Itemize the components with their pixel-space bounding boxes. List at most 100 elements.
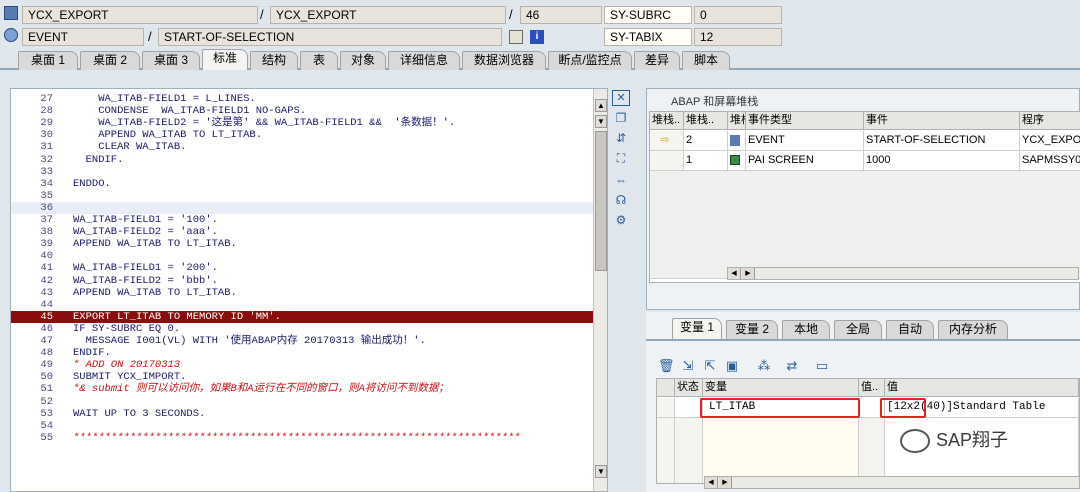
stack-grid[interactable]: 堆栈.. 堆栈.. 堆栈 事件类型 事件 程序 ⇨ 2 EVENT START-… bbox=[649, 111, 1080, 283]
stack-cell-type[interactable]: EVENT bbox=[746, 131, 864, 151]
stack-cell-event[interactable]: 1000 bbox=[864, 151, 1020, 171]
breakpoint-gutter[interactable] bbox=[0, 88, 10, 492]
scroll-thumb[interactable] bbox=[595, 131, 607, 271]
code-line[interactable]: 29 WA_ITAB-FIELD2 = '这是第' && WA_ITAB-FIE… bbox=[11, 117, 595, 129]
code-line[interactable]: 45 EXPORT LT_ITAB TO MEMORY ID 'MM'. bbox=[11, 310, 595, 323]
row-selector[interactable] bbox=[657, 418, 675, 483]
tab-desktop-1[interactable]: 桌面 1 bbox=[18, 51, 78, 70]
stack-header-event-type[interactable]: 事件类型 bbox=[746, 112, 864, 130]
code-line[interactable]: 49 * ADD ON 20170313 bbox=[11, 359, 595, 371]
tab-variables-1[interactable]: 变量 1 bbox=[672, 318, 722, 339]
fullscreen-icon[interactable]: ⛶ bbox=[612, 150, 630, 166]
new-window-icon[interactable]: ❐ bbox=[612, 110, 630, 126]
code-line[interactable]: 33 bbox=[11, 166, 595, 178]
code-line[interactable]: 28 CONDENSE WA_ITAB-FIELD1 NO-GAPS. bbox=[11, 105, 595, 117]
code-line[interactable]: 41 WA_ITAB-FIELD1 = '200'. bbox=[11, 262, 595, 274]
code-line[interactable]: 48 ENDIF. bbox=[11, 347, 595, 359]
resize-icon[interactable]: ⇔ bbox=[612, 172, 630, 188]
var-header-value-short[interactable]: 值.. bbox=[859, 379, 885, 397]
source-code-editor[interactable]: 27 WA_ITAB-FIELD1 = L_LINES. 28 CONDENSE … bbox=[10, 88, 608, 492]
stack-cell-type[interactable]: PAI SCREEN bbox=[746, 151, 864, 171]
scroll-right-button[interactable]: ▶ bbox=[719, 477, 732, 488]
tab-data-browser[interactable]: 数据浏览器 bbox=[462, 51, 546, 70]
code-line[interactable]: 27 WA_ITAB-FIELD1 = L_LINES. bbox=[11, 93, 595, 105]
code-line[interactable]: 52 bbox=[11, 396, 595, 408]
stack-cell-level[interactable]: 1 bbox=[684, 151, 728, 171]
info-icon[interactable]: i bbox=[530, 30, 544, 44]
var-header-status[interactable]: 状态 bbox=[675, 379, 703, 397]
stack-header-3[interactable]: 堆栈 bbox=[728, 112, 746, 130]
delete-icon[interactable]: 🗑 bbox=[658, 358, 675, 374]
code-line[interactable]: 50 SUBMIT YCX_IMPORT. bbox=[11, 371, 595, 383]
code-line[interactable]: 53 WAIT UP TO 3 SECONDS. bbox=[11, 408, 595, 420]
tab-desktop-2[interactable]: 桌面 2 bbox=[80, 51, 140, 70]
tab-variables-2[interactable]: 变量 2 bbox=[726, 320, 778, 339]
var-header-value[interactable]: 值 bbox=[885, 379, 1079, 397]
stack-header-1[interactable]: 堆栈.. bbox=[650, 112, 684, 130]
code-line[interactable]: 51 *& submit 则可以访问你，如果B和A运行在不同的窗口，则A将访问不到… bbox=[11, 383, 595, 395]
code-line[interactable]: 32 ENDIF. bbox=[11, 154, 595, 166]
editor-vertical-scrollbar[interactable]: ▲ ▼ ▼ bbox=[593, 89, 607, 491]
headset-icon[interactable]: ☊ bbox=[612, 192, 630, 208]
stack-row-marker[interactable]: ⇨ bbox=[650, 131, 684, 151]
variables-horizontal-scrollbar[interactable]: ◀ ▶ bbox=[704, 476, 1080, 489]
code-line[interactable]: 54 bbox=[11, 420, 595, 432]
code-line[interactable]: 35 bbox=[11, 190, 595, 202]
tab-table[interactable]: 表 bbox=[300, 51, 338, 70]
code-line[interactable]: 36 bbox=[11, 201, 595, 214]
code-line[interactable]: 44 bbox=[11, 299, 595, 311]
export-icon[interactable]: ⇱ bbox=[702, 358, 718, 374]
variables-grid[interactable]: 状态 变量 值.. 值 LT_ITAB [12x2(40)]Standard T… bbox=[656, 378, 1080, 484]
scroll-down-button[interactable]: ▼ bbox=[595, 115, 607, 128]
var-header-variable[interactable]: 变量 bbox=[703, 379, 859, 397]
row-selector[interactable] bbox=[657, 398, 675, 418]
tab-memory-analysis[interactable]: 内存分析 bbox=[938, 320, 1008, 339]
import-icon[interactable]: ⇲ bbox=[680, 358, 696, 374]
stack-cell-level[interactable]: 2 bbox=[684, 131, 728, 151]
code-line[interactable]: 46 IF SY-SUBRC EQ 0. bbox=[11, 323, 595, 335]
stack-row-marker[interactable] bbox=[650, 151, 684, 171]
display-icon[interactable] bbox=[509, 30, 523, 44]
empty-cell[interactable] bbox=[859, 418, 885, 483]
scroll-left-button[interactable]: ◀ bbox=[728, 268, 741, 279]
stack-horizontal-scrollbar[interactable]: ◀ ▶ bbox=[727, 267, 1079, 280]
tab-global[interactable]: 全局 bbox=[834, 320, 882, 339]
link-icon[interactable]: ⇄ bbox=[784, 358, 800, 374]
scroll-up-button[interactable]: ▲ bbox=[595, 99, 607, 112]
tab-auto[interactable]: 自动 bbox=[886, 320, 934, 339]
tab-structure[interactable]: 结构 bbox=[250, 51, 298, 70]
code-line[interactable]: 34 ENDDO. bbox=[11, 178, 595, 190]
code-line[interactable]: 42 WA_ITAB-FIELD2 = 'bbb'. bbox=[11, 275, 595, 287]
scroll-bottom-button[interactable]: ▼ bbox=[595, 465, 607, 478]
swap-icon[interactable]: ⇵ bbox=[612, 130, 630, 146]
stack-header-2[interactable]: 堆栈.. bbox=[684, 112, 728, 130]
structure-icon[interactable]: ⁂ bbox=[756, 358, 772, 374]
settings-icon[interactable]: ⚙ bbox=[612, 212, 630, 228]
stack-header-event[interactable]: 事件 bbox=[864, 112, 1020, 130]
close-icon[interactable]: ✕ bbox=[612, 90, 630, 106]
folder-icon[interactable]: ▭ bbox=[814, 358, 830, 374]
code-line[interactable]: 30 APPEND WA_ITAB TO LT_ITAB. bbox=[11, 129, 595, 141]
code-line[interactable]: 38 WA_ITAB-FIELD2 = 'aaa'. bbox=[11, 226, 595, 238]
stack-cell-program[interactable]: SAPMSSY0 bbox=[1020, 151, 1080, 171]
code-line[interactable]: 37 WA_ITAB-FIELD1 = '100'. bbox=[11, 214, 595, 226]
tab-details[interactable]: 详细信息 bbox=[388, 51, 460, 70]
save-icon[interactable]: ▣ bbox=[724, 358, 740, 374]
code-line[interactable]: 40 bbox=[11, 250, 595, 262]
empty-cell[interactable] bbox=[703, 418, 859, 483]
code-line[interactable]: 55 **************************************… bbox=[11, 432, 595, 444]
tab-diff[interactable]: 差异 bbox=[634, 51, 680, 70]
tab-local[interactable]: 本地 bbox=[782, 320, 830, 339]
empty-cell[interactable] bbox=[675, 418, 703, 483]
scroll-right-button[interactable]: ▶ bbox=[742, 268, 755, 279]
tab-object[interactable]: 对象 bbox=[340, 51, 386, 70]
code-line[interactable]: 43 APPEND WA_ITAB TO LT_ITAB. bbox=[11, 287, 595, 299]
stack-cell-event[interactable]: START-OF-SELECTION bbox=[864, 131, 1020, 151]
stack-cell-program[interactable]: YCX_EXPOR bbox=[1020, 131, 1080, 151]
tab-desktop-3[interactable]: 桌面 3 bbox=[142, 51, 200, 70]
scroll-left-button[interactable]: ◀ bbox=[705, 477, 718, 488]
code-line[interactable]: 39 APPEND WA_ITAB TO LT_ITAB. bbox=[11, 238, 595, 250]
tab-breakpoints[interactable]: 断点/监控点 bbox=[548, 51, 632, 70]
code-line[interactable]: 47 MESSAGE I001(VL) WITH '使用ABAP内存 20170… bbox=[11, 335, 595, 347]
code-line[interactable]: 31 CLEAR WA_ITAB. bbox=[11, 141, 595, 153]
